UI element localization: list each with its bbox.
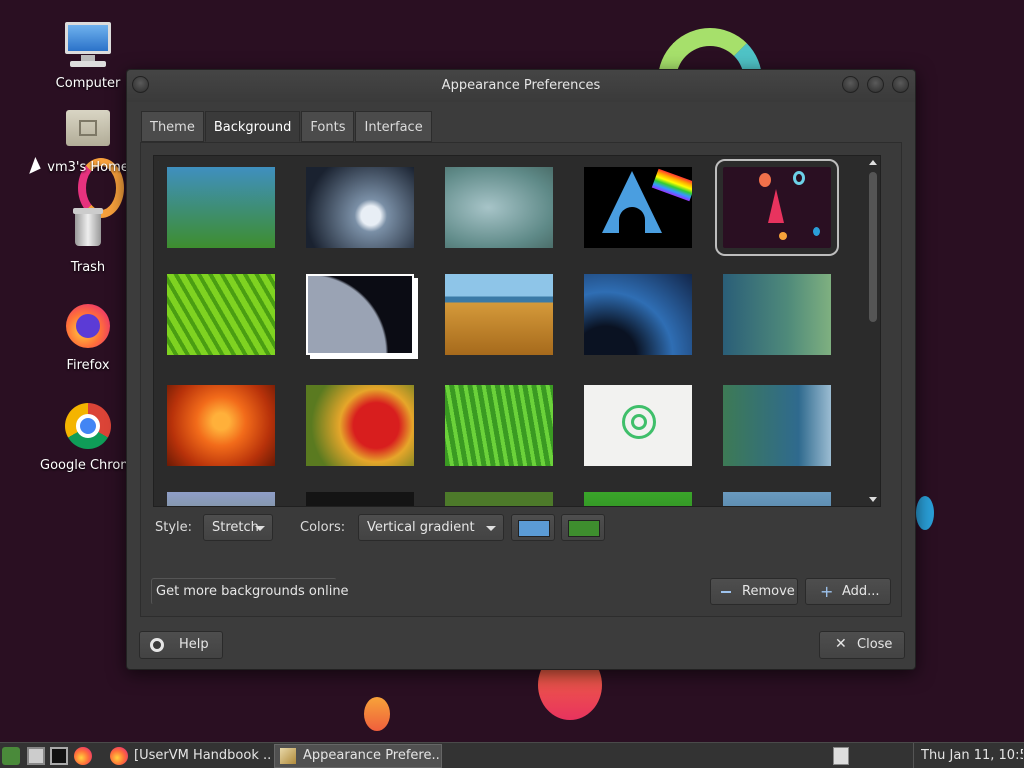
wallpaper-thumb[interactable] [306,492,414,506]
desktop-icon-label: Firefox [66,358,110,373]
wallpaper-thumb[interactable] [445,167,553,248]
tab-bar: Theme Background Fonts Interface [141,111,433,142]
get-more-backgrounds-link[interactable]: Get more backgrounds online [151,578,349,605]
add-button[interactable]: + Add... [805,578,891,605]
firefox-icon [62,302,114,354]
wallpaper-thumb[interactable] [306,274,414,355]
wallpaper-thumb[interactable] [723,492,831,506]
taskbar-task[interactable]: [UserVM Handbook ... [134,745,272,767]
wallpaper-thumb[interactable] [167,492,275,506]
close-button[interactable]: ✕ Close [819,631,905,659]
close-window-button[interactable] [892,76,909,93]
remove-button[interactable]: Remove [710,578,798,605]
wallpaper-thumb[interactable] [584,492,692,506]
help-icon [150,638,164,652]
tab-background[interactable]: Background [204,111,301,142]
remove-icon [721,591,731,593]
appearance-task-icon [280,748,296,764]
window-title: Appearance Preferences [441,78,601,93]
workspace-icon[interactable] [833,747,849,765]
close-icon: ✕ [835,636,847,652]
primary-color-swatch [518,520,550,537]
secondary-color-swatch [568,520,600,537]
wallpaper-thumb[interactable] [306,385,414,466]
wallpaper-thumb[interactable] [167,167,275,248]
wallpaper-thumb[interactable] [584,167,692,248]
style-dropdown-value: Stretch [212,520,259,535]
appearance-preferences-window: Appearance Preferences Theme Background … [126,69,916,670]
wallpaper-ball-small [364,697,390,731]
wallpaper-thumb[interactable] [584,274,692,355]
remove-button-label: Remove [742,584,795,599]
add-icon: + [820,582,834,601]
desktop-icon-home[interactable]: vm3's Home [38,104,138,175]
wallpaper-thumb[interactable] [723,274,831,355]
secondary-color-button[interactable] [561,514,605,541]
menu-icon[interactable] [2,747,20,765]
desktop-icon-computer[interactable]: Computer [38,20,138,91]
style-label: Style: [155,520,193,535]
help-button[interactable]: Help [139,631,223,659]
scrollbar-thumb[interactable] [869,172,877,322]
computer-icon [62,20,114,72]
trash-icon [62,204,114,256]
terminal-icon[interactable] [50,747,68,765]
background-panel: Style: Stretch Colors: Vertical gradient… [140,142,902,617]
tab-theme[interactable]: Theme [141,111,204,142]
wallpaper-thumb-selected[interactable] [715,159,839,256]
colors-dropdown-value: Vertical gradient [367,520,475,535]
taskbar-separator [913,743,914,768]
window-titlebar[interactable]: Appearance Preferences [127,70,915,102]
wallpaper-thumb[interactable] [167,274,275,355]
help-button-label: Help [179,637,209,652]
maximize-button[interactable] [867,76,884,93]
home-folder-icon [62,104,114,156]
desktop-icon-label: Google Chrome [40,458,128,473]
wallpaper-thumb[interactable] [445,385,553,466]
wallpaper-thumb[interactable] [167,385,275,466]
style-dropdown[interactable]: Stretch [203,514,273,541]
taskbar-task-label: Appearance Prefere... [303,748,439,763]
tab-interface[interactable]: Interface [355,111,432,142]
add-button-label: Add... [842,584,880,599]
tab-fonts[interactable]: Fonts [301,111,355,142]
firefox-launcher-icon[interactable] [74,747,92,765]
wallpaper-thumb[interactable] [584,385,692,466]
taskbar-task-active[interactable]: Appearance Prefere... [274,744,442,768]
colors-dropdown[interactable]: Vertical gradient [358,514,504,541]
wallpaper-thumb[interactable] [445,274,553,355]
desktop-icon-label: Computer [55,76,121,91]
gallery-scrollbar[interactable] [866,156,880,506]
chrome-icon [62,402,114,454]
desktop-icon-firefox[interactable]: Firefox [38,302,138,373]
desktop-icon-chrome[interactable]: Google Chrome [38,402,138,473]
taskbar: [UserVM Handbook ... Appearance Prefere.… [0,742,1024,768]
firefox-task-icon [110,747,128,765]
colors-label: Colors: [300,520,346,535]
wallpaper-ball-blue [916,496,934,530]
chevron-down-icon [486,526,496,531]
wallpaper-thumb[interactable] [445,492,553,506]
wallpaper-gallery[interactable] [153,155,881,507]
desktop-icon-label: Trash [70,260,106,275]
chevron-down-icon [255,526,265,531]
primary-color-button[interactable] [511,514,555,541]
show-desktop-icon[interactable] [27,747,45,765]
desktop-icon-label: vm3's Home [47,160,129,175]
taskbar-clock[interactable]: Thu Jan 11, 10:51 [921,745,1023,767]
desktop-icon-trash[interactable]: Trash [38,204,138,275]
close-button-label: Close [857,637,893,652]
scroll-down-icon[interactable] [869,497,877,502]
scroll-up-icon[interactable] [869,160,877,165]
wallpaper-thumb[interactable] [723,385,831,466]
minimize-button[interactable] [842,76,859,93]
wallpaper-thumb[interactable] [306,167,414,248]
